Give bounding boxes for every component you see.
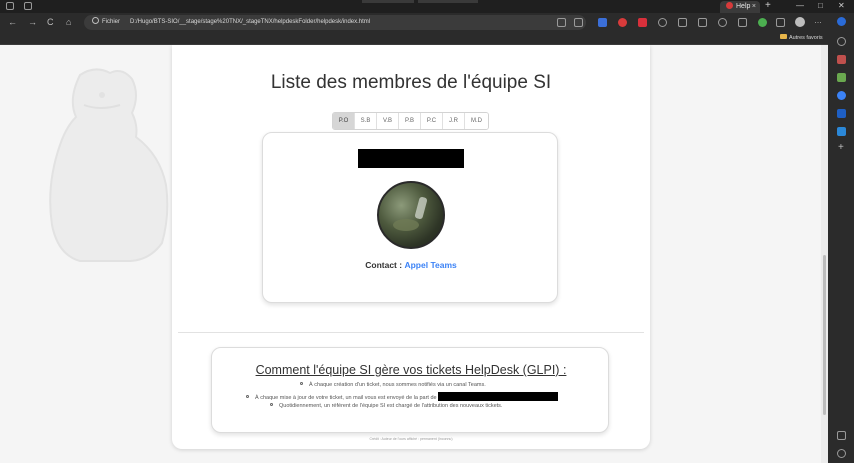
downloads-icon[interactable] [738,18,747,27]
bullet-icon [246,395,249,398]
member-card: Contact : Appel Teams [262,132,558,303]
process-item-text: À chaque création d'un ticket, nous somm… [309,382,486,388]
add-sidebar-app-icon[interactable]: + [838,143,844,153]
games-icon[interactable] [837,91,846,100]
office-icon[interactable] [837,127,846,136]
bullet-icon [300,382,303,385]
url-text: D:/Hugo/BTS-SIO/__stage/stage%20TNX/_sta… [130,19,371,25]
tab-member-pb[interactable]: P.B [399,113,421,129]
read-aloud-icon[interactable] [557,18,566,27]
browser-toolbar: ← → C ⌂ Fichier D:/Hugo/BTS-SIO/__stage/s… [0,13,828,32]
favorite-star-icon[interactable] [574,18,583,27]
tab-member-sb[interactable]: S.B [355,113,377,129]
teams-call-link[interactable]: Appel Teams [404,260,456,270]
tab-inactive[interactable] [362,0,414,3]
favorites-bar: Autres favoris [0,32,828,45]
edge-sidebar: + [828,13,854,463]
shopping-icon[interactable] [837,55,846,64]
reload-button[interactable]: C [47,16,54,28]
credit-text: Crédit : Auteur de l'ours affiché : perm… [369,437,453,441]
section-divider [178,332,644,333]
settings-icon[interactable] [837,449,846,458]
more-menu-icon[interactable]: … [814,17,823,26]
minimize-button[interactable]: — [796,0,804,12]
tools-icon[interactable] [837,73,846,82]
forward-button[interactable]: → [28,16,37,28]
process-item-text: À chaque mise à jour de votre ticket, un… [255,395,437,401]
other-favorites-folder[interactable]: Autres favoris [780,33,823,43]
redacted-email [438,392,559,401]
tab-member-jr[interactable]: J.R [443,113,465,129]
scrollbar-thumb[interactable] [823,255,826,415]
browser-title-bar: Help × + — □ ✕ [0,0,854,13]
folder-icon [780,34,787,39]
close-tab-icon[interactable]: × [752,1,756,13]
address-bar[interactable]: Fichier D:/Hugo/BTS-SIO/__stage/stage%20T… [84,15,586,30]
back-button[interactable]: ← [8,16,17,28]
contact-label: Contact : [365,260,403,270]
page-scrollbar[interactable] [821,45,828,463]
lifebuoy-icon [726,2,733,9]
tab-member-pc[interactable]: P.C [421,113,443,129]
collections-icon[interactable] [698,18,707,27]
member-contact: Contact : Appel Teams [263,260,559,270]
search-icon[interactable] [837,37,846,46]
browser-menu-icon[interactable] [6,2,14,10]
protocol-label: Fichier [102,19,121,25]
member-tabs: P.O S.B V.B P.B P.C J.R M.D [332,112,489,130]
favorites-icon[interactable] [678,18,687,27]
workspaces-icon[interactable] [24,2,32,10]
close-window-button[interactable]: ✕ [838,0,845,12]
history-icon[interactable] [718,18,727,27]
page-title: Liste des membres de l'équipe SI [270,72,552,93]
tab-member-md[interactable]: M.D [465,113,488,129]
maximize-button[interactable]: □ [818,0,823,12]
process-item: À chaque création d'un ticket, nous somm… [300,382,486,389]
info-icon[interactable] [92,17,99,24]
process-item-text: Quotidiennement, un référent de l'équipe… [279,403,503,409]
hide-sidebar-icon[interactable] [837,431,846,440]
tab-helpdesk[interactable]: Help × [720,1,760,13]
process-item: À chaque mise à jour de votre ticket, un… [246,392,559,402]
extension-icon[interactable] [618,18,627,27]
profile-avatar[interactable] [795,17,805,27]
favorites-folder-label: Autres favoris [789,35,823,41]
process-title: Comment l'équipe SI gère vos tickets Hel… [255,363,567,377]
outlook-icon[interactable] [837,109,846,118]
extension-icon[interactable] [598,18,607,27]
process-info-card: Comment l'équipe SI gère vos tickets Hel… [211,347,609,433]
process-item: Quotidiennement, un référent de l'équipe… [270,403,502,410]
bullet-icon [270,403,273,406]
extension-icon[interactable] [758,18,767,27]
tab-inactive[interactable] [418,0,478,3]
member-photo [377,181,445,249]
bing-copilot-icon[interactable] [837,17,846,26]
extensions-icon[interactable] [776,18,785,27]
home-button[interactable]: ⌂ [66,16,71,28]
tab-member-vb[interactable]: V.B [377,113,399,129]
new-tab-button[interactable]: + [765,0,771,12]
page-viewport: Liste des membres de l'équipe SI P.O S.B… [0,45,821,463]
extension-icon[interactable] [638,18,647,27]
main-content-card: Liste des membres de l'équipe SI P.O S.B… [172,45,650,449]
extension-icon[interactable] [658,18,667,27]
tab-label: Help [736,3,751,10]
tab-member-po[interactable]: P.O [333,113,355,129]
redacted-member-name [358,149,464,168]
